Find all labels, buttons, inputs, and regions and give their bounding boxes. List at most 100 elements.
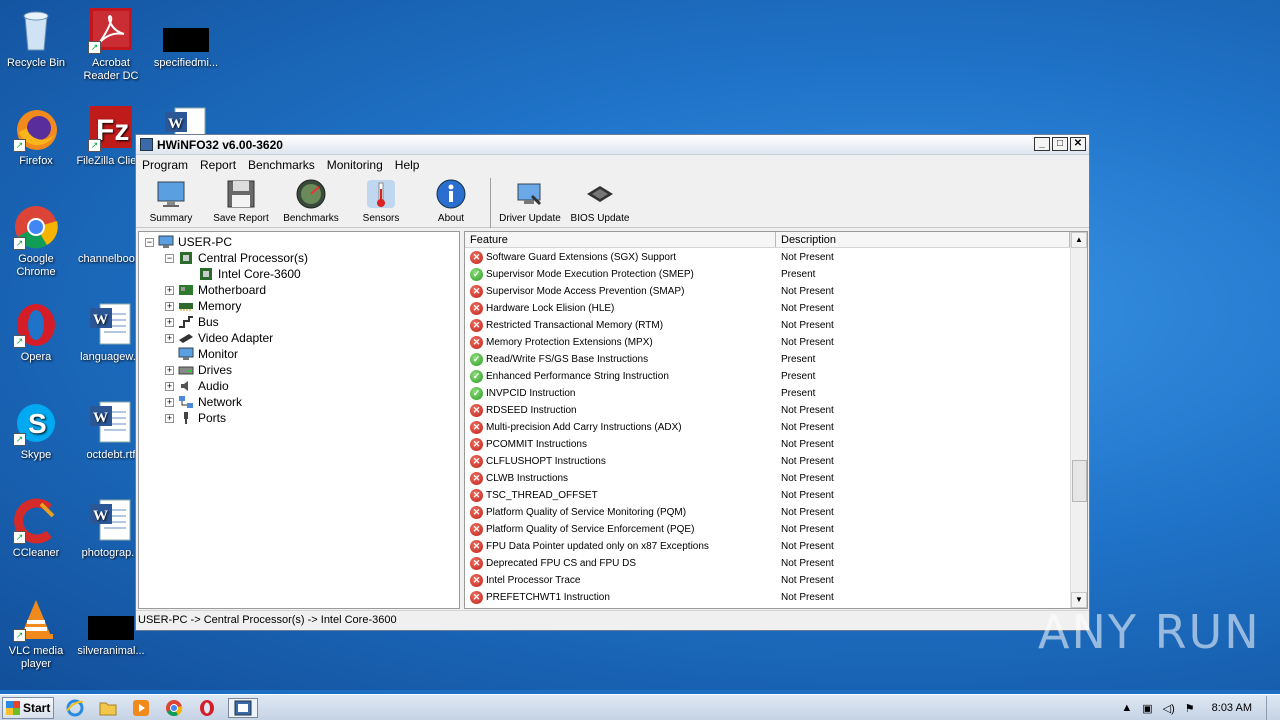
desktop-icon-firefox[interactable]: ↗ Firefox [0, 106, 72, 168]
monitor-icon [178, 347, 194, 361]
tree-node-drives[interactable]: + Drives [139, 362, 459, 378]
expand-icon[interactable]: + [165, 381, 174, 391]
svg-text:W: W [93, 312, 108, 328]
collapse-icon[interactable]: − [145, 237, 154, 247]
feature-cell: ✓ INVPCID Instruction [465, 387, 776, 400]
desktop-icon-recycle-bin[interactable]: Recycle Bin [0, 8, 72, 70]
desktop-icon-label: Opera [20, 351, 52, 363]
sensors-button[interactable]: Sensors [346, 178, 416, 227]
driver-update-button[interactable]: Driver Update [495, 178, 565, 227]
summary-button[interactable]: Summary [136, 178, 206, 227]
taskbar-hwinfo[interactable] [228, 697, 258, 718]
desktop-icon-skype[interactable]: S ↗ Skype [0, 400, 72, 462]
taskbar-internet-explorer[interactable] [63, 698, 87, 718]
menu-report[interactable]: Report [194, 158, 242, 172]
tree-node-bus[interactable]: + Bus [139, 314, 459, 330]
desktop-icon-specifiedmi[interactable]: specifiedmi... [150, 8, 222, 70]
title-bar[interactable]: HWiNFO32 v6.00-3620 _ □ ✕ [136, 135, 1089, 155]
scroll-up-button[interactable]: ▲ [1071, 232, 1087, 248]
expand-icon[interactable]: + [165, 413, 174, 423]
scroll-thumb[interactable] [1072, 460, 1087, 502]
table-row[interactable]: ✕ TSC_THREAD_OFFSET Not Present [465, 487, 1072, 504]
show-hidden-icons-button[interactable]: ▲ [1121, 702, 1132, 714]
feature-text: CLFLUSHOPT Instructions [486, 456, 606, 467]
expand-icon[interactable]: + [165, 285, 174, 295]
tree-label: Ports [198, 411, 227, 425]
table-row[interactable]: ✕ Supervisor Mode Access Prevention (SMAP… [465, 283, 1072, 300]
menu-program[interactable]: Program [136, 158, 194, 172]
table-row[interactable]: ✕ Intel Processor Trace Not Present [465, 572, 1072, 589]
desktop-icon-ccleaner[interactable]: ↗ CCleaner [0, 498, 72, 560]
desktop-icon-chrome[interactable]: ↗ Google Chrome [0, 204, 72, 279]
about-button[interactable]: About [416, 178, 486, 227]
action-center-flag-icon[interactable]: ⚑ [1185, 702, 1195, 715]
tree-node-cpu-core[interactable]: Intel Core-3600 [139, 266, 459, 282]
table-row[interactable]: ✓ Enhanced Performance String Instruction… [465, 368, 1072, 385]
start-button[interactable]: Start [2, 696, 54, 719]
vertical-scrollbar[interactable]: ▲ ▼ [1070, 232, 1087, 608]
table-row[interactable]: ✕ FPU Data Pointer updated only on x87 Ex… [465, 538, 1072, 555]
menu-benchmarks[interactable]: Benchmarks [242, 158, 321, 172]
collapse-icon[interactable]: − [165, 253, 174, 263]
taskbar-opera[interactable] [195, 698, 219, 718]
taskbar-explorer[interactable] [96, 698, 120, 718]
table-row[interactable]: ✕ CLFLUSHOPT Instructions Not Present [465, 453, 1072, 470]
close-button[interactable]: ✕ [1070, 137, 1086, 151]
expand-icon[interactable]: + [165, 301, 174, 311]
maximize-button[interactable]: □ [1052, 137, 1068, 151]
tree-node-root[interactable]: − USER-PC [139, 234, 459, 250]
benchmarks-button[interactable]: Benchmarks [276, 178, 346, 227]
bios-update-button[interactable]: BIOS Update [565, 178, 635, 227]
table-row[interactable]: ✕ CLWB Instructions Not Present [465, 470, 1072, 487]
expand-icon[interactable]: + [165, 397, 174, 407]
desktop-icon-acrobat[interactable]: ↗ Acrobat Reader DC [75, 8, 147, 83]
network-tray-icon[interactable]: ▣ [1142, 702, 1152, 715]
tree-node-network[interactable]: + Network [139, 394, 459, 410]
show-desktop-button[interactable] [1266, 696, 1280, 720]
table-row[interactable]: ✓ Supervisor Mode Execution Protection (S… [465, 266, 1072, 283]
expand-icon[interactable]: + [165, 365, 174, 375]
tree-node-video-adapter[interactable]: + Video Adapter [139, 330, 459, 346]
table-row[interactable]: ✕ Memory Protection Extensions (MPX) Not P… [465, 334, 1072, 351]
table-row[interactable]: ✓ Read/Write FS/GS Base Instructions Prese… [465, 351, 1072, 368]
tree-node-motherboard[interactable]: + Motherboard [139, 282, 459, 298]
table-row[interactable]: ✕ Software Guard Extensions (SGX) Support… [465, 249, 1072, 266]
desktop-icon-opera[interactable]: ↗ Opera [0, 302, 72, 364]
taskbar-chrome[interactable] [162, 698, 186, 718]
table-row[interactable]: ✕ Deprecated FPU CS and FPU DS Not Present [465, 555, 1072, 572]
table-row[interactable]: ✕ RDSEED Instruction Not Present [465, 402, 1072, 419]
save-report-button[interactable]: Save Report [206, 178, 276, 227]
feature-cell: ✕ CLWB Instructions [465, 472, 776, 485]
table-row[interactable]: ✕ Platform Quality of Service Enforcement… [465, 521, 1072, 538]
table-row[interactable]: ✓ INVPCID Instruction Present [465, 385, 1072, 402]
feature-column-header[interactable]: Feature [465, 232, 776, 247]
device-tree[interactable]: − USER-PC − Central Processor(s) Intel C… [138, 231, 460, 609]
volume-icon[interactable]: ◁) [1163, 702, 1175, 715]
tree-node-memory[interactable]: + Memory [139, 298, 459, 314]
expand-icon[interactable]: + [165, 317, 174, 327]
tree-node-monitor[interactable]: Monitor [139, 346, 459, 362]
desktop-icon-vlc[interactable]: ↗ VLC media player [0, 596, 72, 671]
description-column-header[interactable]: Description [776, 232, 1070, 247]
video-card-icon [178, 331, 194, 345]
feature-list[interactable]: Feature Description ✕ Software Guard Exte… [464, 231, 1088, 609]
table-row[interactable]: ✕ Restricted Transactional Memory (RTM) No… [465, 317, 1072, 334]
menu-monitoring[interactable]: Monitoring [321, 158, 389, 172]
taskbar-media-player[interactable] [129, 698, 153, 718]
computer-icon [158, 235, 174, 249]
table-row[interactable]: ✕ PREFETCHWT1 Instruction Not Present [465, 589, 1072, 606]
expand-icon[interactable]: + [165, 333, 174, 343]
menu-help[interactable]: Help [389, 158, 426, 172]
table-row[interactable]: ✕ Hardware Lock Elision (HLE) Not Present [465, 300, 1072, 317]
table-row[interactable]: ✕ Multi-precision Add Carry Instructions … [465, 419, 1072, 436]
tree-node-audio[interactable]: + Audio [139, 378, 459, 394]
table-row[interactable]: ✕ Platform Quality of Service Monitoring … [465, 504, 1072, 521]
chrome-icon [166, 699, 183, 716]
tree-node-ports[interactable]: + Ports [139, 410, 459, 426]
tree-node-cpu[interactable]: − Central Processor(s) [139, 250, 459, 266]
clock[interactable]: 8:03 AM [1212, 702, 1252, 714]
desktop-icon-label: Skype [20, 449, 52, 461]
minimize-button[interactable]: _ [1034, 137, 1050, 151]
table-row[interactable]: ✕ PCOMMIT Instructions Not Present [465, 436, 1072, 453]
feature-cell: ✕ Restricted Transactional Memory (RTM) [465, 319, 776, 332]
